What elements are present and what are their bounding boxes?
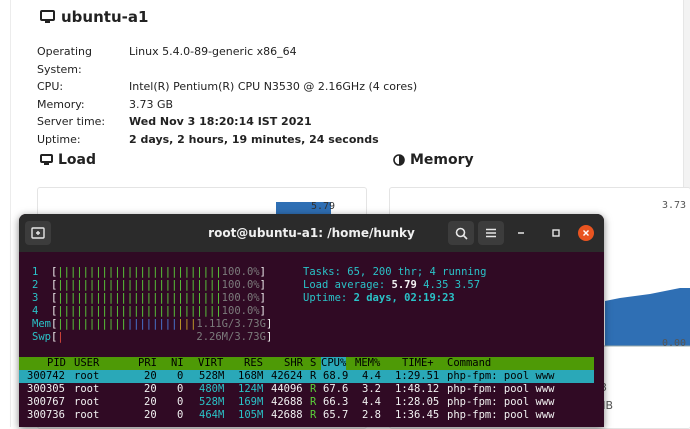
- info-value: Wed Nov 3 18:20:14 IST 2021: [129, 115, 312, 128]
- proc-res: 168M: [238, 370, 264, 382]
- proc-state: R: [310, 409, 317, 421]
- proc-user: root: [74, 383, 100, 395]
- proc-res: 105M: [238, 409, 264, 421]
- proc-time: 1:28.05: [395, 396, 440, 408]
- proc-res: 124M: [238, 383, 264, 395]
- col-cpu[interactable]: CPU%: [321, 357, 347, 370]
- info-label: Operating System:: [37, 45, 92, 76]
- proc-command: php-fpm: pool www: [447, 370, 555, 382]
- process-table-header: PID USER PRI NI VIRT RES SHR S CPU% MEM%…: [19, 357, 594, 370]
- col-ni[interactable]: NI: [171, 357, 184, 370]
- proc-shr: 42688: [271, 409, 303, 421]
- memory-chart-min-label: 0.00: [662, 338, 687, 349]
- process-table: PID USER PRI NI VIRT RES SHR S CPU% MEM%…: [19, 214, 604, 427]
- proc-pri: 20: [144, 370, 157, 382]
- proc-ni: 0: [177, 383, 184, 395]
- proc-ni: 0: [177, 409, 184, 421]
- col-res[interactable]: RES: [244, 357, 263, 370]
- proc-res: 169M: [238, 396, 264, 408]
- proc-virt: 528M: [199, 396, 225, 408]
- col-shr[interactable]: SHR: [284, 357, 303, 370]
- proc-ni: 0: [177, 370, 184, 382]
- info-row: Operating System: Linux 5.4.0-89-generic …: [37, 43, 417, 78]
- col-pri[interactable]: PRI: [138, 357, 157, 370]
- proc-user: root: [74, 370, 100, 382]
- proc-shr: 42688: [271, 396, 303, 408]
- info-value: Intel(R) Pentium(R) CPU N3530 @ 2.16GHz …: [129, 80, 418, 93]
- load-section-title: Load: [40, 152, 96, 168]
- proc-user: root: [74, 396, 100, 408]
- proc-pri: 20: [144, 383, 157, 395]
- proc-pid: 300742: [27, 370, 65, 382]
- proc-cpu: 68.9: [323, 370, 349, 382]
- process-row[interactable]: 300767 root 20 0 528M 169M 42688 R 66.3 …: [19, 396, 594, 409]
- memory-title-text: Memory: [410, 152, 474, 168]
- load-chart-max-label: 5.79: [311, 201, 336, 212]
- proc-mem: 4.4: [362, 370, 381, 382]
- process-row[interactable]: 300736 root 20 0 464M 105M 42688 R 65.7 …: [19, 409, 594, 422]
- process-row-selected[interactable]: 300742 root 20 0 528M 168M 42624 R 68.9 …: [19, 370, 594, 383]
- proc-pid: 300767: [27, 396, 65, 408]
- proc-time: 1:48.12: [395, 383, 440, 395]
- proc-mem: 4.4: [362, 396, 381, 408]
- terminal-window[interactable]: root@ubuntu-a1: /home/hunky 1 [|||||||||…: [19, 214, 604, 427]
- info-row: Uptime: 2 days, 2 hours, 19 minutes, 24 s…: [37, 131, 417, 149]
- proc-pri: 20: [144, 409, 157, 421]
- proc-time: 1:29.51: [395, 370, 440, 382]
- monitor-icon: [40, 154, 53, 165]
- server-title: ubuntu-a1: [40, 8, 148, 26]
- proc-cpu: 66.3: [323, 396, 349, 408]
- col-command[interactable]: Command: [447, 357, 491, 370]
- proc-mem: 2.8: [362, 409, 381, 421]
- col-time[interactable]: TIME+: [402, 357, 434, 370]
- proc-time: 1:36.45: [395, 409, 440, 421]
- info-label: CPU:: [37, 80, 64, 93]
- left-panel-edge: [0, 0, 11, 427]
- monitor-icon: [40, 10, 55, 23]
- proc-state: R: [310, 370, 317, 382]
- col-state[interactable]: S: [310, 357, 316, 370]
- info-value: 2 days, 2 hours, 19 minutes, 24 seconds: [129, 132, 379, 146]
- info-value: Linux 5.4.0-89-generic x86_64: [129, 45, 297, 58]
- proc-pid: 300305: [27, 383, 65, 395]
- col-pid[interactable]: PID: [47, 357, 66, 370]
- info-value: 3.73 GB: [129, 97, 174, 111]
- proc-virt: 528M: [199, 370, 225, 382]
- info-label: Memory:: [37, 97, 85, 111]
- proc-cpu: 67.6: [323, 383, 349, 395]
- proc-pid: 300736: [27, 409, 65, 421]
- server-info-list: Operating System: Linux 5.4.0-89-generic …: [37, 43, 417, 148]
- server-title-text: ubuntu-a1: [61, 8, 149, 26]
- info-row: CPU: Intel(R) Pentium(R) CPU N3530 @ 2.16…: [37, 78, 417, 96]
- proc-command: php-fpm: pool www: [447, 409, 555, 421]
- proc-state: R: [310, 383, 317, 395]
- memory-section-title: Memory: [393, 152, 474, 168]
- load-title-text: Load: [58, 152, 97, 168]
- info-row: Server time: Wed Nov 3 18:20:14 IST 2021: [37, 113, 417, 131]
- proc-shr: 44096: [271, 383, 303, 395]
- info-row: Memory: 3.73 GB: [37, 96, 417, 114]
- proc-user: root: [74, 409, 100, 421]
- col-user[interactable]: USER: [74, 357, 99, 370]
- info-label: Server time:: [37, 115, 106, 128]
- proc-pri: 20: [144, 396, 157, 408]
- proc-virt: 464M: [199, 409, 225, 421]
- process-row[interactable]: 300305 root 20 0 480M 124M 44096 R 67.6 …: [19, 383, 594, 396]
- col-virt[interactable]: VIRT: [198, 357, 223, 370]
- info-label: Uptime:: [37, 132, 81, 146]
- col-mem[interactable]: MEM%: [355, 357, 380, 370]
- proc-mem: 3.2: [362, 383, 381, 395]
- proc-shr: 42624: [271, 370, 303, 382]
- proc-command: php-fpm: pool www: [447, 396, 555, 408]
- proc-virt: 480M: [199, 383, 225, 395]
- proc-state: R: [310, 396, 317, 408]
- proc-cpu: 65.7: [323, 409, 349, 421]
- proc-command: php-fpm: pool www: [447, 383, 555, 395]
- proc-ni: 0: [177, 396, 184, 408]
- pie-chart-icon: [393, 154, 405, 166]
